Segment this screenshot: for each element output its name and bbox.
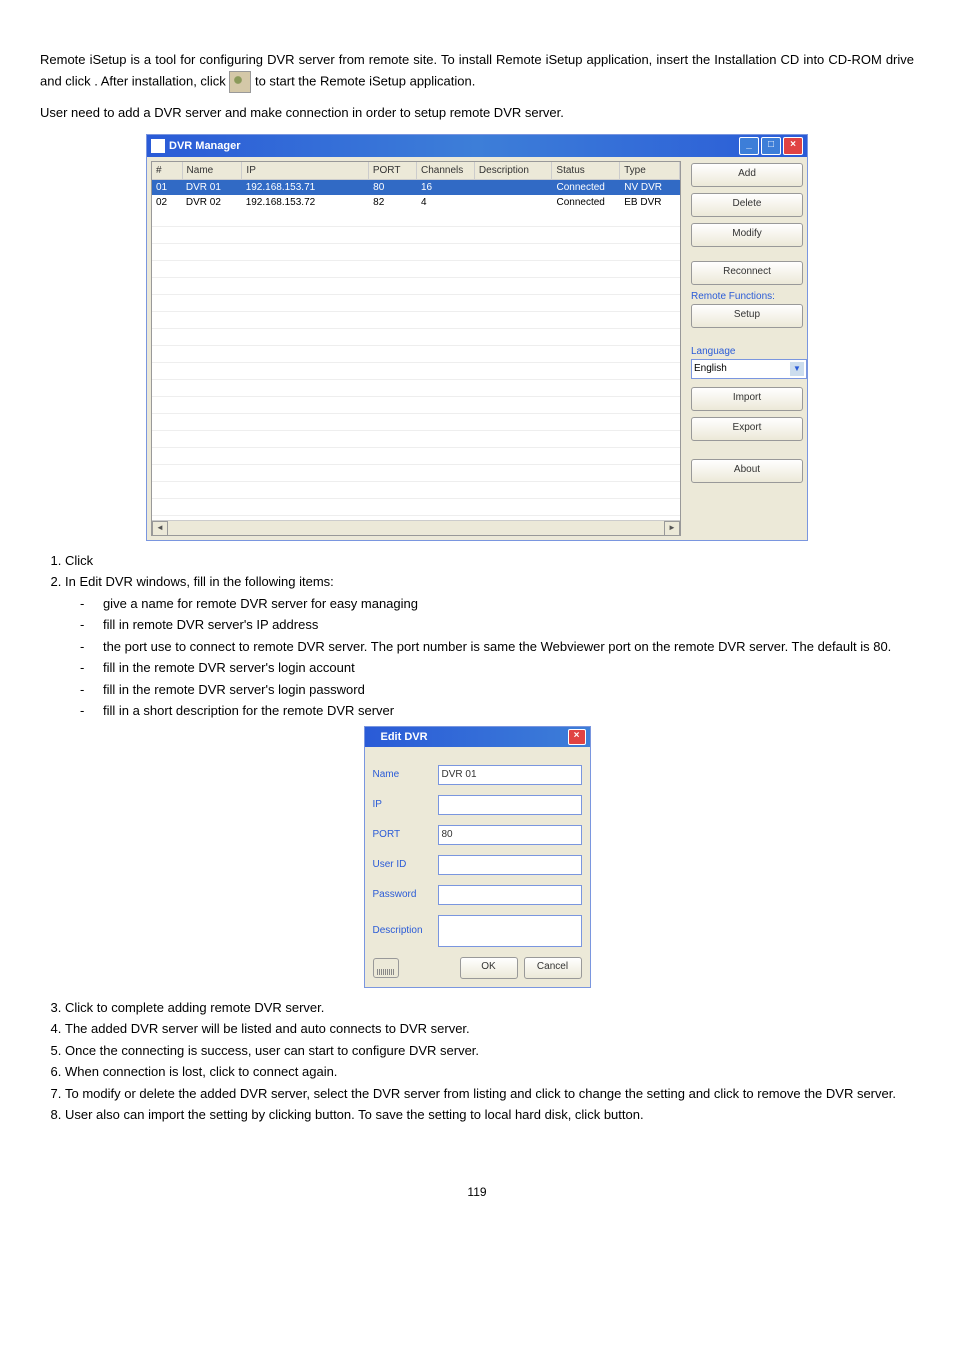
step-4: The added DVR server will be listed and … [65, 1019, 914, 1039]
step-2-port: the port use to connect to remote DVR se… [80, 637, 914, 657]
step-2-name: give a name for remote DVR server for ea… [80, 594, 914, 614]
step-5: Once the connecting is success, user can… [65, 1041, 914, 1061]
col-type[interactable]: Type [620, 162, 680, 179]
import-button[interactable]: Import [691, 387, 803, 411]
port-label: PORT [373, 829, 438, 840]
intro-text-b: . After installation, click [94, 73, 229, 88]
col-channels[interactable]: Channels [417, 162, 475, 179]
app-icon [151, 139, 165, 153]
name-label: Name [373, 769, 438, 780]
col-port[interactable]: PORT [369, 162, 417, 179]
step-2-ip: fill in remote DVR server's IP address [80, 615, 914, 635]
minimize-button[interactable]: _ [739, 137, 759, 155]
add-button[interactable]: Add [691, 163, 803, 187]
description-input[interactable] [438, 915, 582, 947]
export-button[interactable]: Export [691, 417, 803, 441]
titlebar: DVR Manager _ □ × [147, 135, 807, 157]
table-header: # Name IP PORT Channels Description Stat… [152, 162, 680, 180]
step-2-user: fill in the remote DVR server's login ac… [80, 658, 914, 678]
scroll-right-icon[interactable]: ► [664, 521, 680, 536]
userid-input[interactable] [438, 855, 582, 875]
keyboard-icon[interactable] [373, 958, 399, 978]
col-description[interactable]: Description [475, 162, 553, 179]
ip-label: IP [373, 799, 438, 810]
horizontal-scrollbar[interactable]: ◄ ► [152, 520, 680, 535]
step-2: In Edit DVR windows, fill in the followi… [65, 572, 914, 721]
dialog-title: Edit DVR [381, 731, 428, 743]
dvr-manager-window: DVR Manager _ □ × # Name IP PORT Channel… [146, 134, 808, 541]
step-2-password: fill in the remote DVR server's login pa… [80, 680, 914, 700]
delete-button[interactable]: Delete [691, 193, 803, 217]
col-name[interactable]: Name [183, 162, 243, 179]
table-row[interactable]: 01 DVR 01 192.168.153.71 80 16 Connected… [152, 180, 680, 195]
remote-functions-label: Remote Functions: [691, 291, 801, 302]
close-button[interactable]: × [783, 137, 803, 155]
step-8: User also can import the setting by clic… [65, 1105, 914, 1125]
cancel-button[interactable]: Cancel [524, 957, 582, 979]
isetup-icon [229, 71, 251, 93]
side-panel: Add Delete Modify Reconnect Remote Funct… [685, 157, 807, 540]
reconnect-button[interactable]: Reconnect [691, 261, 803, 285]
window-title: DVR Manager [169, 140, 241, 152]
dialog-titlebar: Edit DVR × [365, 727, 590, 747]
ok-button[interactable]: OK [460, 957, 518, 979]
password-label: Password [373, 889, 438, 900]
about-button[interactable]: About [691, 459, 803, 483]
dialog-icon [369, 731, 381, 743]
port-input[interactable]: 80 [438, 825, 582, 845]
language-select[interactable]: English ▼ [691, 359, 807, 379]
maximize-button[interactable]: □ [761, 137, 781, 155]
password-input[interactable] [438, 885, 582, 905]
ip-input[interactable] [438, 795, 582, 815]
step-7: To modify or delete the added DVR server… [65, 1084, 914, 1104]
scroll-left-icon[interactable]: ◄ [152, 521, 168, 536]
userid-label: User ID [373, 859, 438, 870]
table-row[interactable]: 02 DVR 02 192.168.153.72 82 4 Connected … [152, 195, 680, 210]
step-3: Click to complete adding remote DVR serv… [65, 998, 914, 1018]
step-6: When connection is lost, click to connec… [65, 1062, 914, 1082]
chevron-down-icon: ▼ [790, 362, 804, 376]
intro-text-c: to start the Remote iSetup application. [255, 73, 475, 88]
dvr-table[interactable]: # Name IP PORT Channels Description Stat… [151, 161, 681, 536]
step-1: Click [65, 551, 914, 571]
description-label: Description [373, 925, 438, 936]
dialog-close-button[interactable]: × [568, 729, 586, 745]
page-number: 119 [40, 1185, 914, 1199]
step-2-description: fill in a short description for the remo… [80, 701, 914, 721]
language-value: English [694, 363, 727, 374]
col-ip[interactable]: IP [242, 162, 368, 179]
col-status[interactable]: Status [552, 162, 620, 179]
col-num[interactable]: # [152, 162, 183, 179]
name-input[interactable]: DVR 01 [438, 765, 582, 785]
language-label: Language [691, 346, 801, 357]
edit-dvr-dialog: Edit DVR × Name DVR 01 IP PORT 80 User I… [364, 726, 591, 988]
modify-button[interactable]: Modify [691, 223, 803, 247]
intro-p2: User need to add a DVR server and make c… [40, 103, 914, 124]
setup-button[interactable]: Setup [691, 304, 803, 328]
